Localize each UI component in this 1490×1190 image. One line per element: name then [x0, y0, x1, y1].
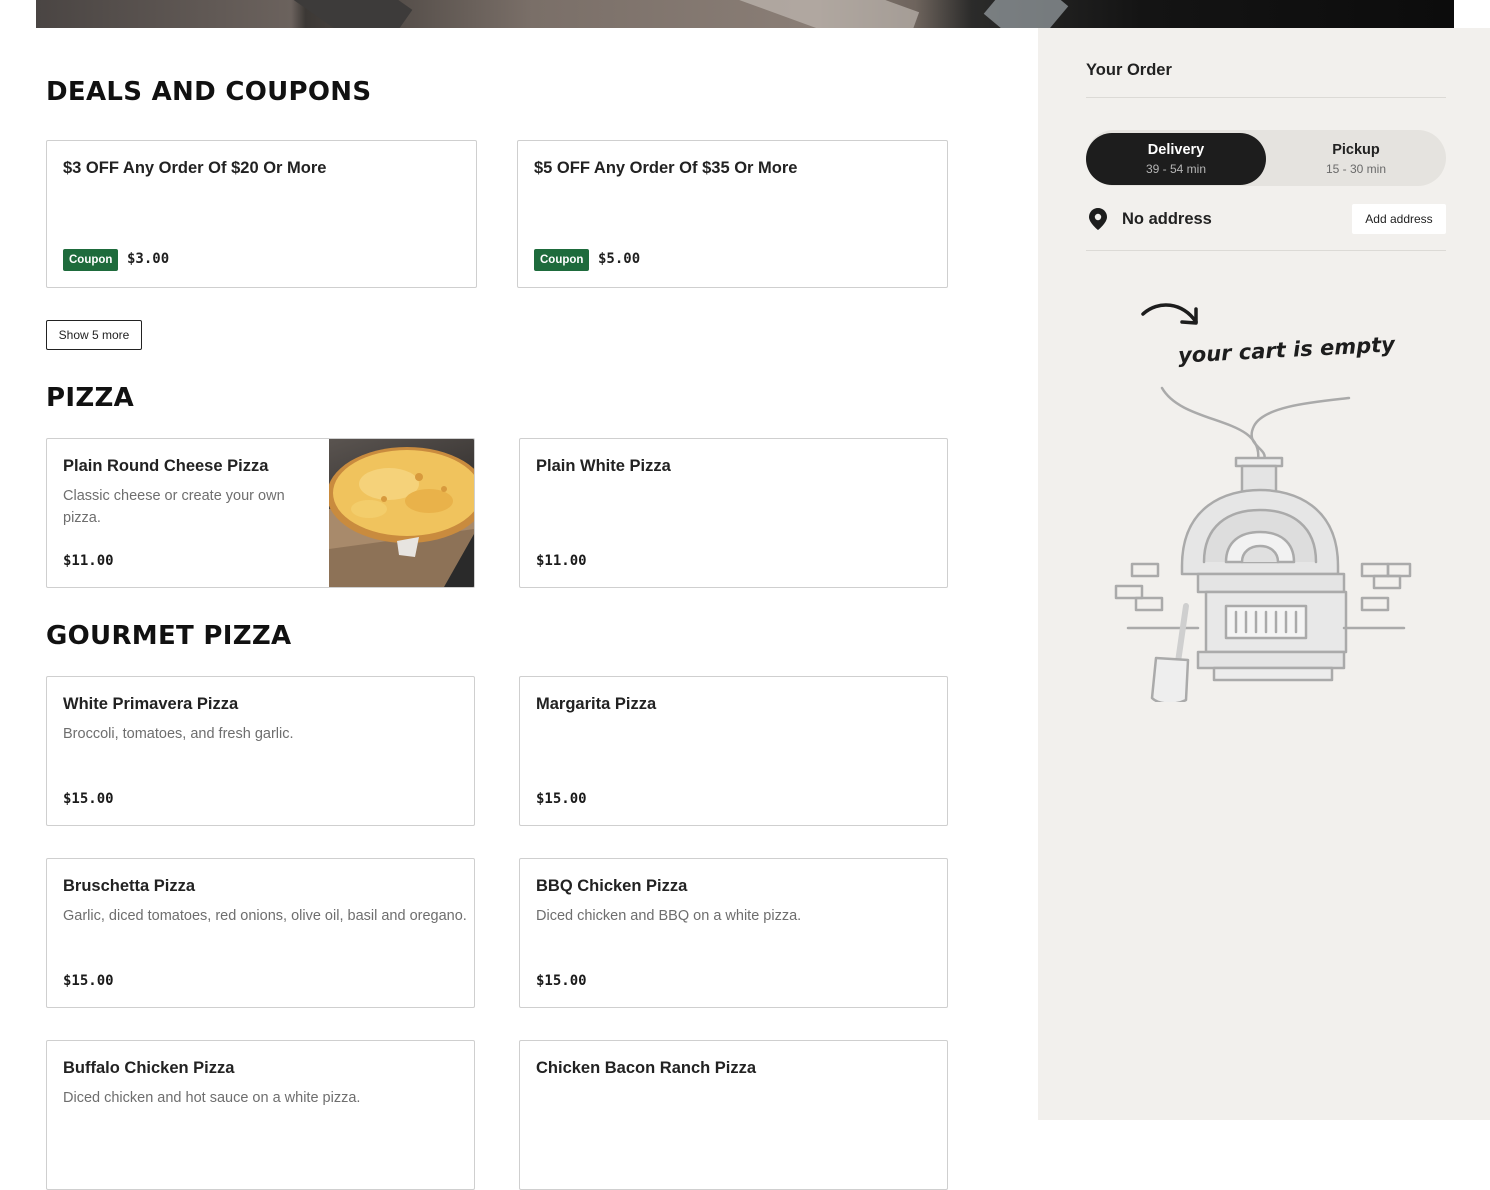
menu-item-description: Garlic, diced tomatoes, red onions, oliv… [63, 908, 467, 924]
menu-item-description: Classic cheese or create your own pizza. [63, 485, 303, 529]
menu-item-price: $11.00 [63, 553, 114, 569]
pizza-oven-illustration [1114, 386, 1412, 702]
menu-item-card[interactable]: Plain Round Cheese Pizza Classic cheese … [46, 438, 475, 588]
menu-item-name: BBQ Chicken Pizza [536, 877, 688, 895]
delivery-time: 39 - 54 min [1145, 162, 1207, 176]
delivery-label: Delivery [1147, 142, 1205, 158]
divider [1086, 250, 1446, 251]
pickup-option[interactable]: Pickup 15 - 30 min [1266, 133, 1446, 185]
divider [1086, 97, 1446, 98]
menu-item-card[interactable]: Plain White Pizza $11.00 [519, 438, 948, 588]
order-sidebar: Your Order Delivery 39 - 54 min Pickup 1… [1038, 28, 1490, 1120]
menu-item-name: Margarita Pizza [536, 695, 657, 713]
menu-column: DEALS AND COUPONS $3 OFF Any Order Of $2… [0, 28, 1038, 1190]
order-title: Your Order [1086, 61, 1172, 79]
menu-item-description: Diced chicken and hot sauce on a white p… [63, 1090, 361, 1106]
hero-image-detail [732, 0, 920, 28]
menu-item-card[interactable]: Chicken Bacon Ranch Pizza [519, 1040, 948, 1190]
hero-image-detail [279, 0, 413, 28]
pizza-photo [327, 439, 474, 587]
empty-cart-message: your cart is empty [1177, 332, 1396, 368]
menu-item-card[interactable]: White Primavera Pizza Broccoli, tomatoes… [46, 676, 475, 826]
show-more-button[interactable]: Show 5 more [46, 320, 142, 350]
menu-item-card[interactable]: Margarita Pizza $15.00 [519, 676, 948, 826]
coupon-amount: $5.00 [598, 251, 641, 267]
section-title-pizza: PIZZA [46, 383, 135, 413]
menu-item-name: Buffalo Chicken Pizza [63, 1059, 235, 1077]
coupon-amount: $3.00 [127, 251, 170, 267]
menu-item-name: Bruschetta Pizza [63, 877, 196, 895]
pickup-time: 15 - 30 min [1325, 162, 1387, 176]
hero-banner-image [36, 0, 1454, 28]
menu-item-name: Chicken Bacon Ranch Pizza [536, 1059, 757, 1077]
menu-item-description-line: Classic cheese or create your own [63, 488, 285, 504]
pickup-label: Pickup [1332, 142, 1380, 158]
menu-item-price: $15.00 [63, 791, 114, 807]
menu-item-name: Plain Round Cheese Pizza [63, 457, 269, 475]
delivery-option[interactable]: Delivery 39 - 54 min [1086, 133, 1266, 185]
add-address-button[interactable]: Add address [1352, 204, 1446, 234]
coupon-card[interactable]: $5 OFF Any Order Of $35 Or More Coupon $… [517, 140, 948, 288]
coupon-card[interactable]: $3 OFF Any Order Of $20 Or More Coupon $… [46, 140, 477, 288]
menu-item-description: Diced chicken and BBQ on a white pizza. [536, 908, 802, 924]
coupon-name: $3 OFF Any Order Of $20 Or More [63, 159, 327, 177]
menu-item-description-line: pizza. [63, 510, 101, 526]
menu-item-card[interactable]: Bruschetta Pizza Garlic, diced tomatoes,… [46, 858, 475, 1008]
curved-arrow-icon [1141, 303, 1198, 325]
section-title-gourmet: GOURMET PIZZA [46, 621, 292, 651]
menu-item-card[interactable]: Buffalo Chicken Pizza Diced chicken and … [46, 1040, 475, 1190]
menu-item-price: $11.00 [536, 553, 587, 569]
section-title-deals: DEALS AND COUPONS [46, 77, 372, 107]
address-text: No address [1122, 210, 1212, 228]
menu-item-name: Plain White Pizza [536, 457, 671, 475]
menu-item-price: $15.00 [536, 973, 587, 989]
menu-item-card[interactable]: BBQ Chicken Pizza Diced chicken and BBQ … [519, 858, 948, 1008]
hero-image-detail [983, 0, 1069, 28]
menu-item-price: $15.00 [63, 973, 114, 989]
coupon-name: $5 OFF Any Order Of $35 Or More [534, 159, 798, 177]
coupon-badge: Coupon [63, 249, 119, 271]
menu-item-price: $15.00 [536, 791, 587, 807]
fulfillment-toggle: Delivery 39 - 54 min Pickup 15 - 30 min [1086, 130, 1446, 186]
menu-item-name: White Primavera Pizza [63, 695, 239, 713]
menu-item-description: Broccoli, tomatoes, and fresh garlic. [63, 726, 294, 742]
location-pin-icon [1089, 208, 1107, 230]
coupon-badge: Coupon [534, 249, 590, 271]
